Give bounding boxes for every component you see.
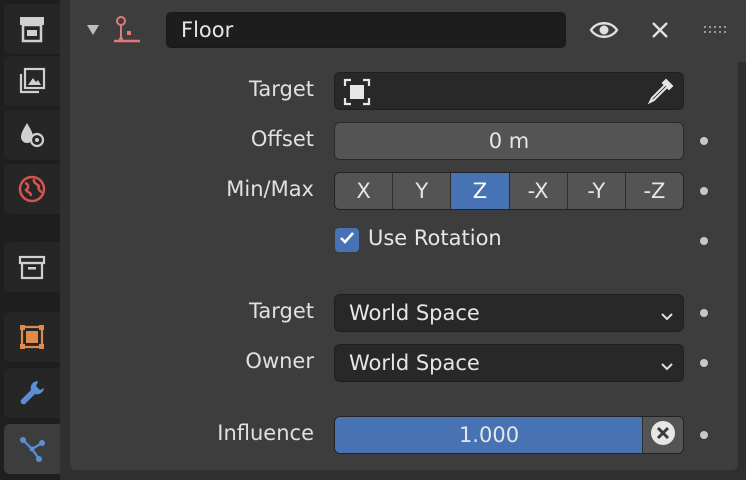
object-target-icon bbox=[343, 78, 371, 111]
object-icon bbox=[17, 322, 47, 352]
tab-collection[interactable] bbox=[4, 242, 60, 292]
properties-tab-strip bbox=[0, 0, 60, 480]
disable-keep-temp-button[interactable] bbox=[642, 417, 683, 453]
output-properties-icon bbox=[17, 14, 47, 44]
chevron-down-icon bbox=[659, 355, 675, 379]
floor-constraint-icon bbox=[110, 14, 142, 46]
target-object-field[interactable] bbox=[334, 72, 684, 110]
chevron-down-icon bbox=[659, 305, 675, 329]
collection-icon bbox=[17, 252, 47, 282]
minmax-label: Min/Max bbox=[226, 177, 314, 201]
target-space-value: World Space bbox=[349, 301, 480, 325]
close-icon[interactable] bbox=[644, 14, 676, 46]
tab-modifiers[interactable] bbox=[4, 368, 60, 418]
influence-slider[interactable]: 1.000 bbox=[334, 416, 684, 454]
checkmark-icon bbox=[338, 229, 356, 251]
offset-label: Offset bbox=[250, 127, 314, 151]
axis-z-button[interactable]: Z bbox=[451, 173, 510, 209]
axis-y-button[interactable]: Y bbox=[393, 173, 452, 209]
minmax-axis-selector: X Y Z -X -Y -Z bbox=[334, 172, 684, 210]
target-label: Target bbox=[249, 77, 314, 101]
collapse-arrow-icon[interactable] bbox=[84, 20, 102, 40]
axis-neg-x-button[interactable]: -X bbox=[509, 173, 568, 209]
owner-space-keyframe-dot[interactable] bbox=[700, 359, 708, 367]
use-rotation-label[interactable]: Use Rotation bbox=[368, 226, 502, 250]
owner-space-dropdown[interactable]: World Space bbox=[334, 344, 684, 382]
constraint-name-field[interactable]: Floor bbox=[166, 12, 566, 48]
drag-handle-icon[interactable] bbox=[699, 14, 731, 46]
offset-number-field[interactable]: 0 m bbox=[334, 122, 684, 160]
use-rotation-checkbox[interactable] bbox=[335, 228, 359, 252]
axis-neg-z-button[interactable]: -Z bbox=[625, 173, 683, 209]
minmax-keyframe-dot[interactable] bbox=[700, 187, 708, 195]
eyedropper-icon[interactable] bbox=[647, 77, 675, 110]
close-circle-icon bbox=[649, 419, 677, 451]
influence-label: Influence bbox=[217, 421, 314, 445]
influence-keyframe-dot[interactable] bbox=[700, 431, 708, 439]
tab-output[interactable] bbox=[4, 4, 60, 54]
offset-keyframe-dot[interactable] bbox=[700, 137, 708, 145]
use-rotation-keyframe-dot[interactable] bbox=[700, 237, 708, 245]
influence-value: 1.000 bbox=[458, 423, 520, 447]
target-space-dropdown[interactable]: World Space bbox=[334, 294, 684, 332]
owner-space-value: World Space bbox=[349, 351, 480, 375]
target-space-label: Target bbox=[249, 299, 314, 323]
axis-x-button[interactable]: X bbox=[335, 173, 394, 209]
owner-space-label: Owner bbox=[245, 349, 314, 373]
eye-icon[interactable] bbox=[588, 14, 620, 46]
axis-neg-y-button[interactable]: -Y bbox=[567, 173, 626, 209]
modifier-wrench-icon bbox=[17, 378, 47, 408]
target-space-keyframe-dot[interactable] bbox=[700, 309, 708, 317]
